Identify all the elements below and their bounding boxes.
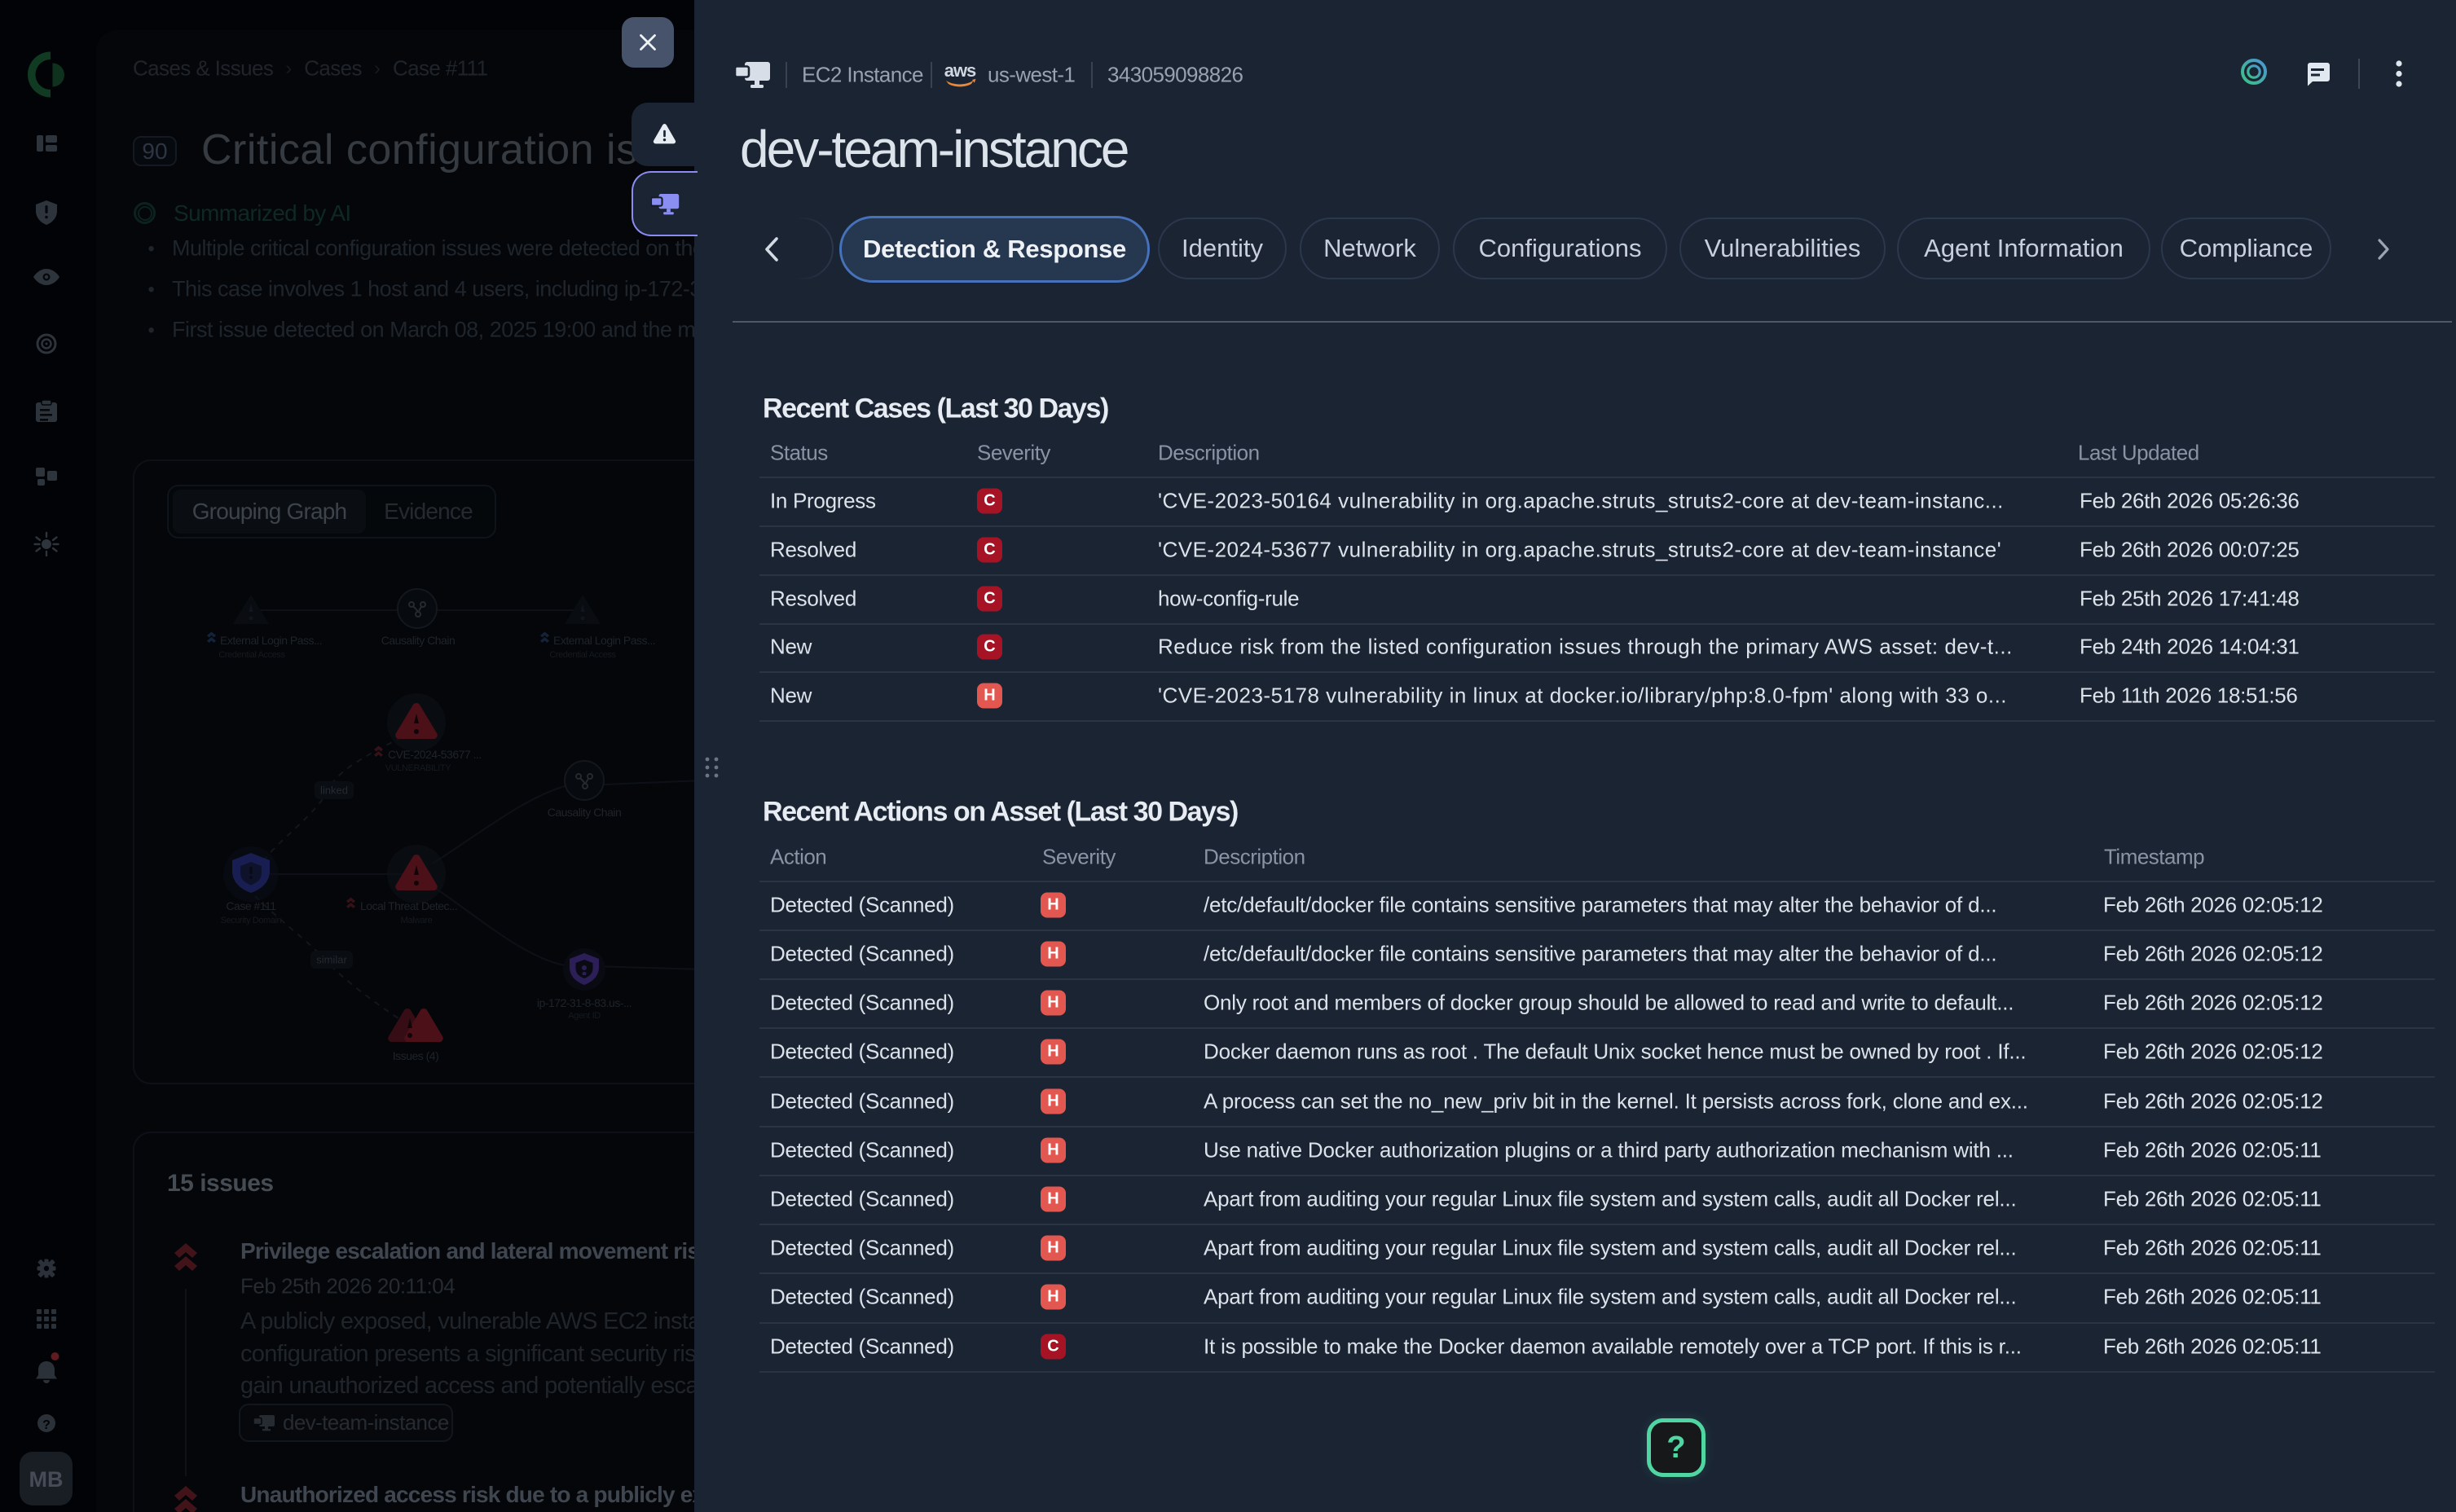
svg-text:aws: aws: [944, 60, 976, 81]
